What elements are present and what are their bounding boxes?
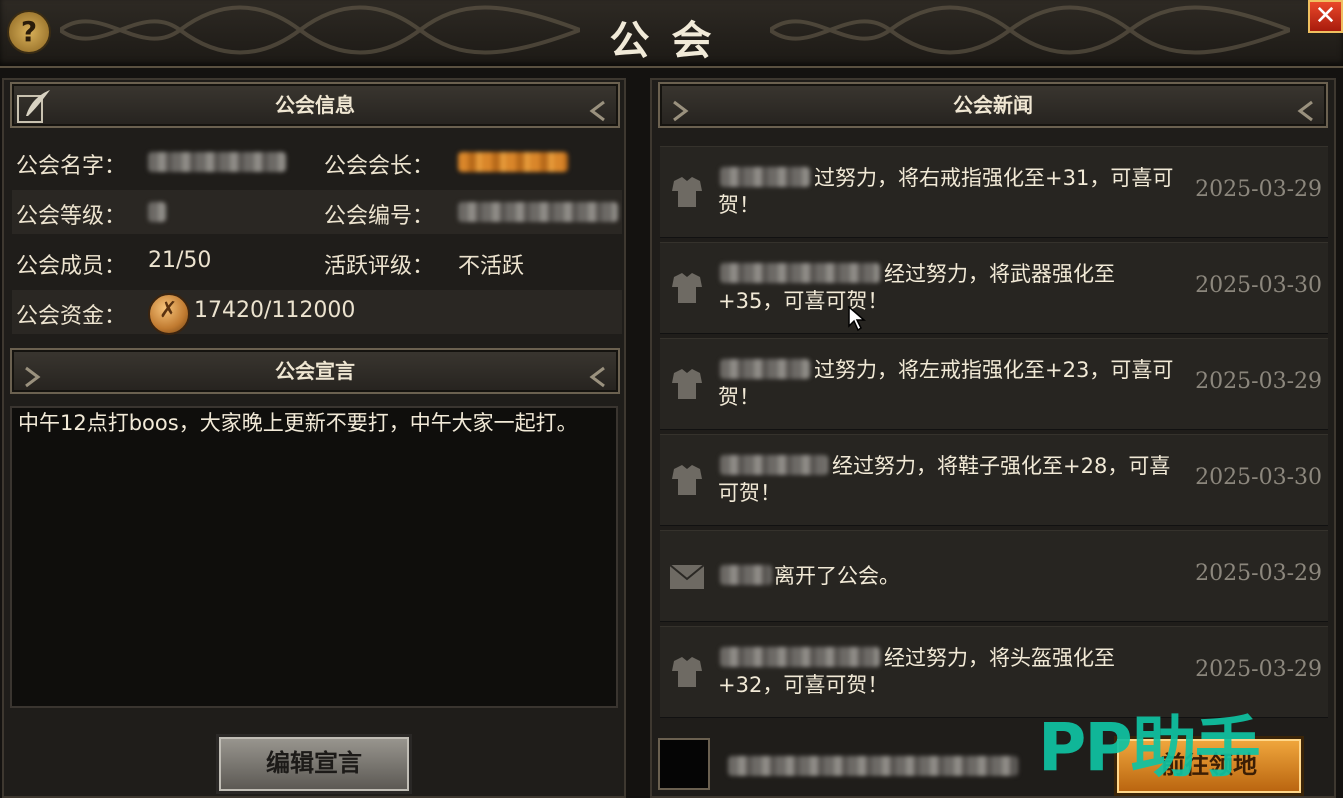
news-item: 过努力，将右戒指强化至+31，可喜可贺！ 2025-03-29 [660,146,1328,238]
envelope-icon [669,564,705,589]
activity-rating-label: 活跃评级： [324,254,435,279]
news-item: 过努力，将左戒指强化至+23，可喜可贺！ 2025-03-29 [660,338,1328,430]
guild-id-value-blurred [458,202,618,222]
armor-icon [672,273,702,303]
guild-leader-label: 公会会长： [324,154,435,179]
armor-icon [672,369,702,399]
watermark-logo: PP助手 [1038,709,1261,786]
guild-members-value: 21/50 [148,248,212,273]
news-text: 过努力，将左戒指强化至+23，可喜可贺！ [718,358,1174,409]
chevron-left-icon [588,360,610,388]
declaration-title: 公会宣言 [275,359,355,383]
window-title: 公会 [609,18,734,64]
chevron-right-icon [668,94,690,122]
title-bar: ? 公会 ✕ [0,0,1343,68]
coin-icon [148,293,190,335]
info-row-name: 公会名字： 公会会长： [12,140,622,184]
guild-info-header: 公会信息 [10,82,620,128]
news-date: 2025-03-29 [1195,369,1322,394]
declaration-text: 中午12点打boos，大家晚上更新不要打，中午大家一起打。 [10,406,618,708]
chevron-left-icon [588,94,610,122]
guild-level-label: 公会等级： [16,204,127,229]
guild-info-panel: 公会信息 公会名字： 公会会长： 公会等级： 公会编号： 公会成员： 21/50… [2,78,626,798]
guild-members-label: 公会成员： [16,254,127,279]
territory-thumbnail[interactable] [658,738,710,790]
guild-level-value-blurred [148,202,166,222]
news-text: 离开了公会。 [774,564,900,588]
news-text: 经过努力，将鞋子强化至+28，可喜可贺！ [718,454,1171,505]
mouse-cursor-icon [848,306,866,332]
guild-name-value-blurred [148,152,286,172]
armor-icon [672,657,702,687]
news-item: 经过努力，将鞋子强化至+28，可喜可贺！ 2025-03-30 [660,434,1328,526]
declaration-header: 公会宣言 [10,348,620,394]
news-date: 2025-03-30 [1195,273,1322,298]
status-text-blurred [728,756,1018,776]
close-button[interactable]: ✕ [1308,0,1343,33]
chevron-left-icon [1296,94,1318,122]
guild-funds-label: 公会资金： [16,304,127,329]
news-header: 公会新闻 [658,82,1328,128]
guild-id-label: 公会编号： [324,204,435,229]
news-item: 经过努力，将武器强化至+35，可喜可贺！ 2025-03-30 [660,242,1328,334]
news-text: 过努力，将右戒指强化至+31，可喜可贺！ [718,166,1174,217]
news-text: 经过努力，将头盔强化至+32，可喜可贺！ [718,646,1115,697]
news-date: 2025-03-30 [1195,465,1322,490]
activity-rating-value: 不活跃 [458,254,525,279]
guild-funds-value: 17420/112000 [194,298,356,323]
chevron-right-icon [20,360,42,388]
edit-declaration-button[interactable]: 编辑宣言 [216,734,412,794]
guild-name-label: 公会名字： [16,154,127,179]
info-row-level: 公会等级： 公会编号： [12,190,622,234]
guild-leader-value-blurred [458,152,568,172]
news-date: 2025-03-29 [1195,561,1322,586]
guild-info-title: 公会信息 [275,93,355,117]
news-title: 公会新闻 [953,93,1033,117]
info-row-funds: 公会资金： 17420/112000 [12,290,622,335]
quill-icon [17,90,50,123]
news-text: 经过努力，将武器强化至+35，可喜可贺！ [718,262,1115,313]
news-item: 离开了公会。 2025-03-29 [660,530,1328,622]
guild-news-panel: 公会新闻 过努力，将右戒指强化至+31，可喜可贺！ 2025-03-29 经过努… [650,78,1336,798]
news-date: 2025-03-29 [1195,657,1322,682]
armor-icon [672,177,702,207]
armor-icon [672,465,702,495]
info-row-members: 公会成员： 21/50 活跃评级： 不活跃 [12,240,622,284]
news-date: 2025-03-29 [1195,177,1322,202]
